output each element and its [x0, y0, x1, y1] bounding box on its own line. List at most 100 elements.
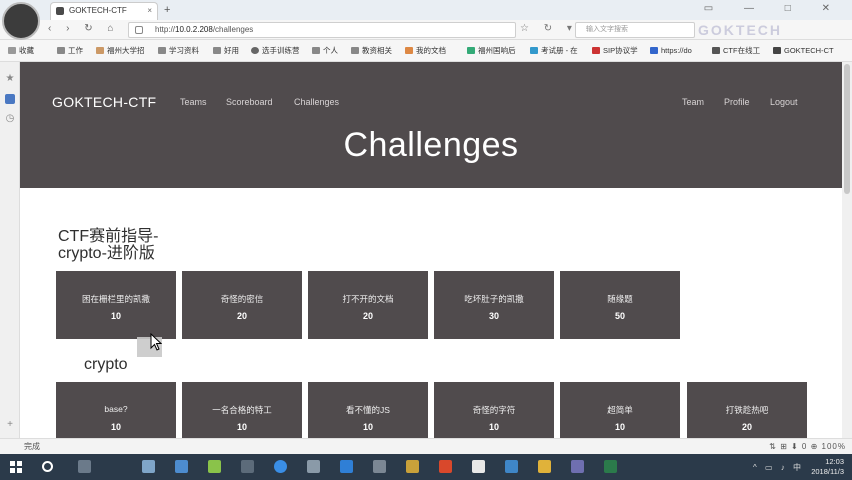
- folder-icon: [158, 47, 166, 54]
- status-indicators[interactable]: ⇅ ⊞ ⬇ 0 ⊕ 100%: [769, 440, 846, 454]
- challenge-card[interactable]: 困在栅栏里的凯撒 10: [56, 271, 176, 339]
- taskbar-clock[interactable]: 12:03 2018/11/3: [811, 457, 844, 477]
- watermark-text: GOKTECH: [698, 22, 782, 38]
- challenge-card[interactable]: 超简单 10: [560, 382, 680, 438]
- tab-title: GOKTECH-CTF: [69, 6, 127, 15]
- bookmark-item[interactable]: 个人: [312, 45, 338, 57]
- challenge-card[interactable]: 奇怪的字符 10: [434, 382, 554, 438]
- app-icon[interactable]: [406, 460, 419, 473]
- challenge-card[interactable]: base? 10: [56, 382, 176, 438]
- bookmark-item[interactable]: SIP协议学: [592, 45, 638, 57]
- bookmark-item[interactable]: https://do: [650, 45, 692, 57]
- new-tab-button[interactable]: +: [164, 4, 170, 16]
- challenge-points: 30: [488, 311, 499, 321]
- category-title-line: CTF赛前指导-: [58, 228, 159, 245]
- app-icon[interactable]: [175, 460, 188, 473]
- app-icon[interactable]: [307, 460, 320, 473]
- challenge-name: base?: [104, 404, 128, 414]
- browser-sidebar: ★ ◷ +: [0, 62, 20, 438]
- page-info-icon[interactable]: [135, 26, 143, 34]
- app-icon[interactable]: [538, 460, 551, 473]
- bookmark-item[interactable]: 福州国响后: [467, 45, 516, 57]
- challenge-points: 10: [110, 311, 121, 321]
- bookmark-item[interactable]: 学习资料: [158, 45, 199, 57]
- bookmark-item[interactable]: 我的文档: [405, 45, 446, 57]
- nav-logout[interactable]: Logout: [770, 97, 798, 107]
- bookmark-item[interactable]: 考试册 - 在: [530, 45, 578, 57]
- url-host: 10.0.2.208: [175, 25, 213, 34]
- system-tray[interactable]: ^ ▭ ♪ 中: [753, 462, 804, 473]
- challenge-name: 随缘题: [607, 294, 633, 304]
- scrollbar-thumb[interactable]: [844, 64, 850, 194]
- bookmark-item[interactable]: 教资相关: [351, 45, 392, 57]
- browser-app-icon[interactable]: [274, 460, 287, 473]
- challenge-points: 20: [741, 422, 752, 432]
- favorites-star-icon[interactable]: ★: [5, 74, 15, 84]
- challenge-card[interactable]: 打不开的文档 20: [308, 271, 428, 339]
- url-field[interactable]: http://10.0.2.208/challenges: [128, 22, 516, 38]
- folder-icon: [57, 47, 65, 54]
- challenge-name: 奇怪的密信: [220, 294, 264, 304]
- challenge-name: 超简单: [607, 405, 633, 415]
- nav-challenges[interactable]: Challenges: [294, 97, 339, 107]
- nav-scoreboard[interactable]: Scoreboard: [226, 97, 273, 107]
- challenge-points: 20: [236, 311, 247, 321]
- folder-icon: [213, 47, 221, 54]
- site-icon: [650, 47, 658, 54]
- challenge-name: 困在栅栏里的凯撒: [81, 294, 150, 304]
- bookmark-item[interactable]: 选手训练营: [251, 45, 300, 57]
- windows-start-icon[interactable]: [10, 461, 22, 473]
- bookmark-item[interactable]: CTF在线工: [712, 45, 760, 57]
- user-avatar[interactable]: [2, 2, 40, 40]
- challenge-name: 打铁趁热吧: [725, 405, 769, 415]
- tab-close-icon[interactable]: ×: [147, 3, 152, 19]
- bookmark-item[interactable]: GOKTECH-CT: [773, 45, 834, 57]
- bookmark-item[interactable]: 工作: [57, 45, 83, 57]
- star-icon: [8, 47, 16, 54]
- challenge-card[interactable]: 一名合格的特工 10: [182, 382, 302, 438]
- category-title-line: crypto-进阶版: [58, 245, 155, 262]
- navigation-buttons[interactable]: ‹ › ↻ ⌂: [48, 23, 119, 34]
- app-icon[interactable]: [571, 460, 584, 473]
- status-text: 完成: [24, 442, 40, 451]
- add-icon[interactable]: +: [5, 420, 15, 430]
- challenge-card[interactable]: 看不懂的JS 10: [308, 382, 428, 438]
- nav-team[interactable]: Team: [682, 97, 704, 107]
- site-favicon-icon: [56, 7, 64, 15]
- app-icon[interactable]: [208, 460, 221, 473]
- search-icon[interactable]: [42, 461, 53, 472]
- bookmark-item[interactable]: 福州大学招: [96, 45, 145, 57]
- app-icon[interactable]: [604, 460, 617, 473]
- challenge-card[interactable]: 吃坏肚子的凯撒 30: [434, 271, 554, 339]
- challenge-name: 吃坏肚子的凯撒: [464, 294, 524, 304]
- task-view-icon[interactable]: [78, 460, 91, 473]
- app-icon[interactable]: [340, 460, 353, 473]
- app-icon[interactable]: [241, 460, 254, 473]
- app-icon[interactable]: [439, 460, 452, 473]
- bookmarks-bar: 收藏 工作 福州大学招 学习资料 好用 选手训练营 个人 教资相关 我的文档 福…: [0, 40, 852, 62]
- browser-tab[interactable]: GOKTECH-CTF ×: [50, 2, 158, 20]
- nav-teams[interactable]: Teams: [180, 97, 207, 107]
- bookmark-item[interactable]: 好用: [213, 45, 239, 57]
- page-viewport: GOKTECH-CTF Teams Scoreboard Challenges …: [20, 62, 842, 438]
- mouse-cursor-icon: [150, 333, 162, 351]
- challenge-card[interactable]: 奇怪的密信 20: [182, 271, 302, 339]
- app-icon[interactable]: [142, 460, 155, 473]
- bookmark-item[interactable]: 收藏: [8, 45, 34, 57]
- app-icon[interactable]: [505, 460, 518, 473]
- reader-icon[interactable]: [5, 94, 15, 104]
- challenge-card[interactable]: 随缘题 50: [560, 271, 680, 339]
- app-icon[interactable]: [472, 460, 485, 473]
- challenge-card[interactable]: 打铁趁热吧 20: [687, 382, 807, 438]
- challenge-name: 一名合格的特工: [212, 405, 272, 415]
- address-actions[interactable]: ☆ ↻ ▾: [520, 23, 578, 34]
- nav-profile[interactable]: Profile: [724, 97, 750, 107]
- site-icon: [251, 47, 259, 54]
- search-input[interactable]: 输入文字搜索: [575, 22, 695, 38]
- site-brand[interactable]: GOKTECH-CTF: [52, 94, 156, 110]
- app-icon[interactable]: [373, 460, 386, 473]
- history-clock-icon[interactable]: ◷: [5, 114, 15, 124]
- window-controls[interactable]: ▭ — □ ✕: [704, 2, 844, 16]
- page-scrollbar[interactable]: [842, 62, 852, 438]
- challenge-points: 20: [362, 311, 373, 321]
